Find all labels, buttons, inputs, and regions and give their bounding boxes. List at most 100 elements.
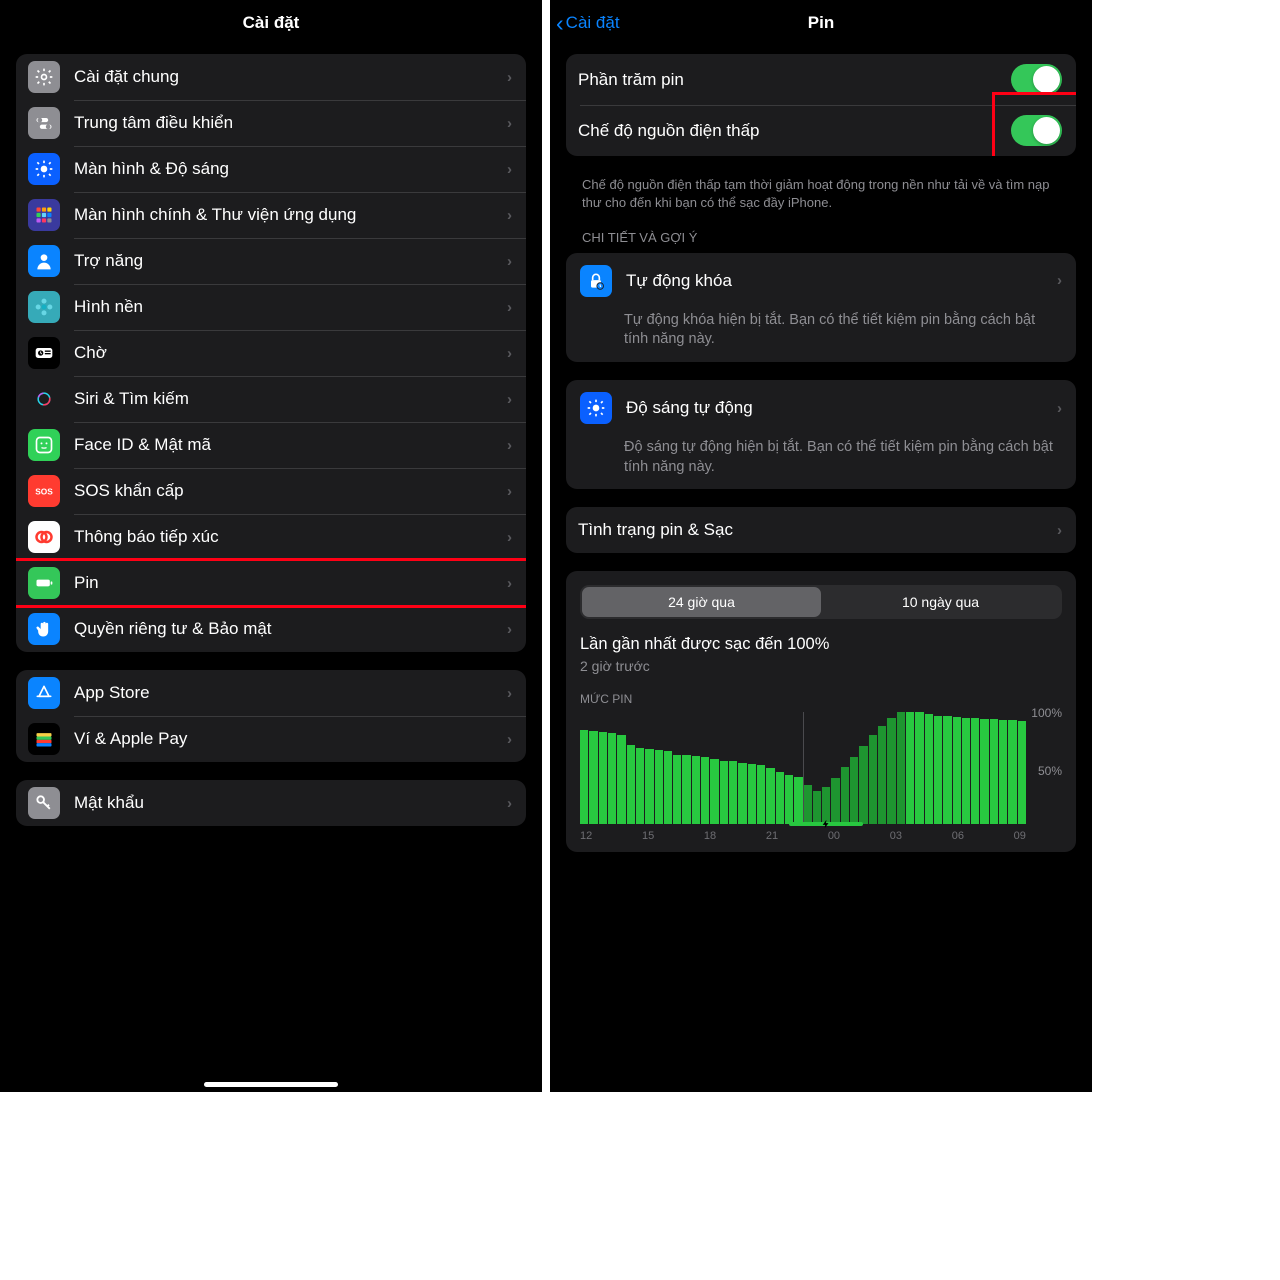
settings-row-sos[interactable]: SOSSOS khẩn cấp› [16, 468, 526, 514]
toggle-row-lowpower: Chế độ nguồn điện thấp [566, 105, 1076, 156]
row-label: Màn hình chính & Thư viện ứng dụng [74, 205, 501, 225]
settings-row-standby[interactable]: Chờ› [16, 330, 526, 376]
settings-row-home-screen[interactable]: Màn hình chính & Thư viện ứng dụng › [16, 192, 526, 238]
chevron-right-icon: › [507, 345, 512, 362]
settings-screen: Cài đặt Cài đặt chung›Trung tâm điều khi… [0, 0, 542, 1092]
chevron-right-icon: › [507, 483, 512, 500]
settings-row-passwords[interactable]: Mật khẩu› [16, 780, 526, 826]
suggestion-title: Tự động khóa [626, 271, 1051, 291]
row-label: Siri & Tìm kiếm [74, 389, 501, 409]
bar [738, 763, 746, 825]
bar [971, 718, 979, 824]
bar [692, 756, 700, 824]
settings-row-wallpaper[interactable]: Hình nền› [16, 284, 526, 330]
bar [757, 765, 765, 824]
sun-icon [580, 392, 612, 424]
bar [897, 712, 905, 824]
row-label: Face ID & Mật mã [74, 435, 501, 455]
y-50: 50% [1038, 764, 1062, 778]
bar [794, 777, 802, 824]
settings-row-faceid[interactable]: Face ID & Mật mã › [16, 422, 526, 468]
battery-scroll[interactable]: Phần trăm pin Chế độ nguồn điện thấp Chế … [550, 46, 1092, 1092]
chevron-right-icon: › [507, 795, 512, 812]
settings-row-display[interactable]: Màn hình & Độ sáng› [16, 146, 526, 192]
chevron-right-icon: › [507, 529, 512, 546]
toggle-label: Chế độ nguồn điện thấp [578, 121, 1011, 141]
chevron-right-icon: › [507, 207, 512, 224]
flower-icon [28, 291, 60, 323]
bar [831, 778, 839, 824]
suggestion-autobright[interactable]: Độ sáng tự động›Độ sáng tự động hiện bị … [566, 380, 1076, 489]
bar [1008, 720, 1016, 824]
toggle-percent[interactable] [1011, 64, 1062, 95]
last-charge-sub: 2 giờ trước [580, 658, 1062, 674]
back-label: Cài đặt [566, 13, 620, 33]
toggle-lowpower[interactable] [1011, 115, 1062, 146]
bar [934, 716, 942, 825]
person-icon [28, 245, 60, 277]
settings-row-privacy[interactable]: Quyền riêng tư & Bảo mật› [16, 606, 526, 652]
bar [785, 775, 793, 824]
suggestions-header: CHI TIẾT VÀ GỢI Ý [566, 226, 1076, 253]
y-axis: 100% 50% [1026, 712, 1062, 824]
bar [915, 712, 923, 824]
battery-header: ‹ Cài đặt Pin [550, 0, 1092, 46]
battery-toggles: Phần trăm pin Chế độ nguồn điện thấp [566, 54, 1076, 156]
suggestion-desc: Tự động khóa hiện bị tắt. Bạn có thể tiế… [580, 311, 1062, 350]
settings-row-appstore[interactable]: App Store› [16, 670, 526, 716]
bar [720, 761, 728, 824]
settings-row-exposure[interactable]: Thông báo tiếp xúc› [16, 514, 526, 560]
charging-track [580, 821, 990, 827]
bar [813, 791, 821, 825]
chevron-right-icon: › [507, 437, 512, 454]
settings-title: Cài đặt [243, 13, 300, 33]
bar [627, 745, 635, 825]
chevron-right-icon: › [1057, 522, 1062, 539]
bar [655, 750, 663, 824]
bar [980, 719, 988, 824]
row-label: Cài đặt chung [74, 67, 501, 87]
bar [580, 730, 588, 824]
key-icon [28, 787, 60, 819]
settings-row-general[interactable]: Cài đặt chung› [16, 54, 526, 100]
bar [1018, 721, 1026, 824]
midnight-line [803, 712, 804, 824]
bar [636, 748, 644, 824]
x-tick: 00 [828, 830, 840, 842]
settings-row-accessibility[interactable]: Trợ năng› [16, 238, 526, 284]
chevron-right-icon: › [507, 391, 512, 408]
bolt-icon [821, 819, 831, 829]
segment-24h[interactable]: 24 giờ qua [582, 587, 821, 617]
bar [859, 746, 867, 824]
grid-icon [28, 199, 60, 231]
wallet-icon [28, 723, 60, 755]
chevron-right-icon: › [507, 731, 512, 748]
settings-list[interactable]: Cài đặt chung›Trung tâm điều khiển›Màn h… [0, 46, 542, 1092]
bar [887, 718, 895, 824]
battery-health-row[interactable]: Tình trạng pin & Sạc › [566, 507, 1076, 553]
x-tick: 12 [580, 830, 592, 842]
bar [710, 759, 718, 824]
exposure-icon [28, 521, 60, 553]
x-tick: 21 [766, 830, 778, 842]
bar [682, 755, 690, 824]
segment-10d[interactable]: 10 ngày qua [821, 587, 1060, 617]
bar [804, 785, 812, 824]
settings-row-battery[interactable]: Pin› [16, 560, 526, 606]
toggle-label: Phần trăm pin [578, 70, 1011, 90]
bar [850, 757, 858, 824]
bar [841, 767, 849, 824]
toggles-icon [28, 107, 60, 139]
chevron-right-icon: › [507, 115, 512, 132]
back-button[interactable]: ‹ Cài đặt [556, 10, 620, 37]
suggestion-autolock[interactable]: Tự động khóa › Tự động khóa hiện bị tắt. B… [566, 253, 1076, 362]
home-indicator[interactable] [204, 1082, 338, 1087]
settings-row-control-center[interactable]: Trung tâm điều khiển› [16, 100, 526, 146]
chevron-right-icon: › [1057, 272, 1062, 289]
y-100: 100% [1031, 706, 1062, 720]
settings-row-siri[interactable]: Siri & Tìm kiếm › [16, 376, 526, 422]
bar [589, 731, 597, 824]
settings-row-wallet[interactable]: Ví & Apple Pay› [16, 716, 526, 762]
x-tick: 06 [952, 830, 964, 842]
settings-group: Mật khẩu› [16, 780, 526, 826]
